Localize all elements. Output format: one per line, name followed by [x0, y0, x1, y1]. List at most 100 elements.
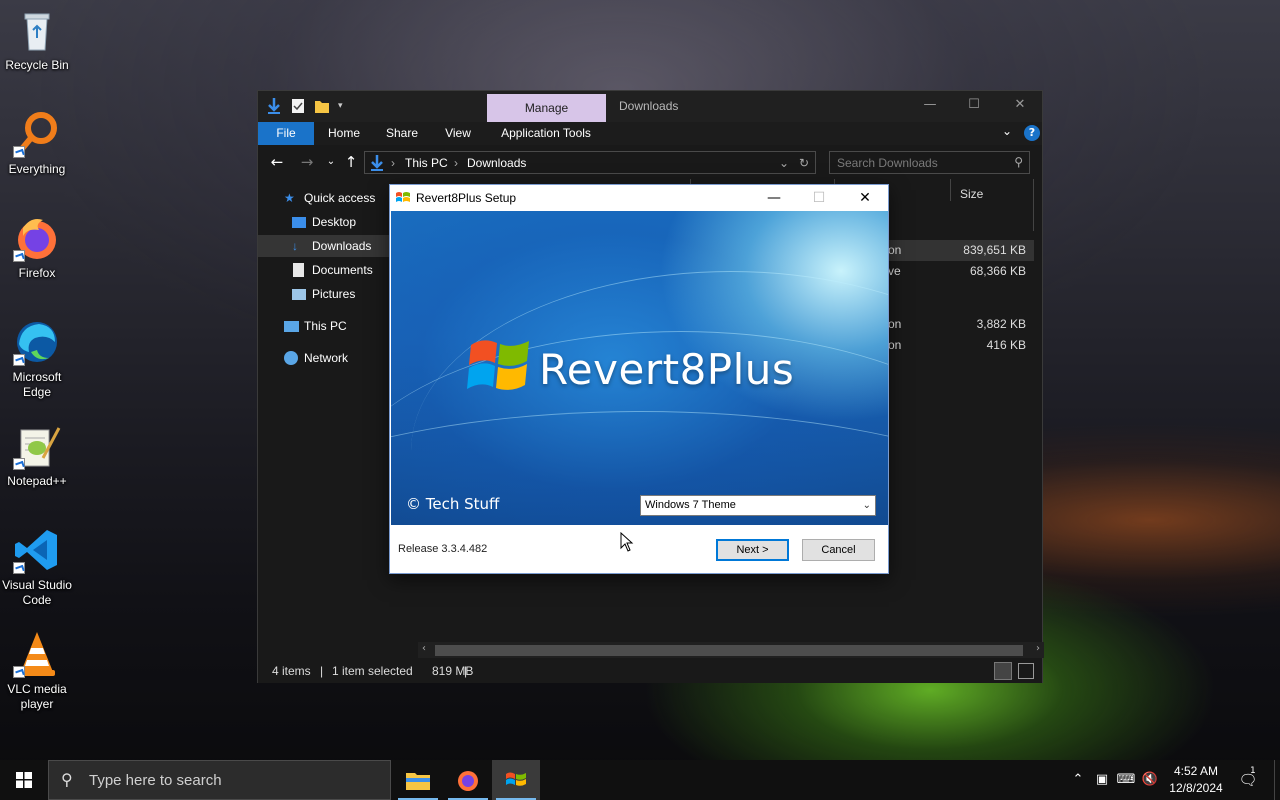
- desktop-icon-label: Everything: [8, 162, 66, 176]
- expand-ribbon-icon[interactable]: ⌄: [1002, 124, 1012, 138]
- download-arrow-icon: ↓: [292, 239, 298, 253]
- column-separator: [950, 179, 951, 201]
- status-separator: |: [320, 664, 324, 678]
- label-line: VLC media: [7, 682, 67, 696]
- nav-label: This PC: [304, 319, 347, 333]
- selection-size: 819 MB: [432, 664, 474, 678]
- desktop-icon-notepadpp[interactable]: Notepad++: [2, 422, 72, 489]
- properties-icon[interactable]: [290, 97, 306, 115]
- system-clock[interactable]: 4:52 AM 12/8/2024: [1160, 763, 1232, 797]
- taskbar-firefox[interactable]: [444, 760, 492, 800]
- desktop-icon-vscode[interactable]: Visual Studio Code: [2, 526, 72, 608]
- volume-muted-icon[interactable]: 🔇: [1140, 760, 1160, 800]
- taskbar-search-placeholder: Type here to search: [89, 772, 222, 789]
- theme-dropdown[interactable]: Windows 7 Theme ⌄: [640, 495, 876, 516]
- help-icon[interactable]: ?: [1024, 125, 1040, 141]
- show-hidden-icons-chevron-icon[interactable]: ⌃: [1068, 760, 1088, 800]
- star-icon: ★: [284, 191, 295, 205]
- notification-count-badge: 1: [1250, 766, 1256, 776]
- taskbar-file-explorer[interactable]: [394, 760, 442, 800]
- setup-titlebar[interactable]: Revert8Plus Setup — ☐ ✕: [390, 185, 888, 211]
- file-explorer-icon: [406, 773, 430, 790]
- desktop-icon-edge[interactable]: Microsoft Edge: [2, 318, 72, 400]
- network-icon: [284, 351, 298, 365]
- start-button[interactable]: [0, 760, 48, 800]
- breadcrumb-downloads[interactable]: Downloads: [467, 156, 526, 170]
- up-arrow-icon[interactable]: ↑: [342, 153, 360, 171]
- tab-home[interactable]: Home: [318, 122, 370, 145]
- nav-label: Network: [304, 351, 349, 365]
- desktop-icon-vlc[interactable]: VLC media player: [2, 630, 72, 712]
- windows-logo-icon: [506, 772, 526, 786]
- quick-access-toolbar: ▾: [266, 97, 343, 115]
- recent-locations-icon[interactable]: ⌄: [322, 153, 340, 171]
- banner-swoosh: [411, 271, 888, 525]
- maximize-button[interactable]: ☐: [964, 97, 984, 115]
- documents-icon: [293, 263, 304, 277]
- tab-application-tools[interactable]: Application Tools: [494, 122, 598, 145]
- clock-time: 4:52 AM: [1173, 764, 1219, 778]
- horizontal-scrollbar[interactable]: ‹ ›: [418, 642, 1044, 658]
- desktop-icon-recycle-bin[interactable]: Recycle Bin: [2, 6, 72, 73]
- tab-file[interactable]: File: [258, 122, 314, 145]
- desktop-icon-firefox[interactable]: Firefox: [2, 214, 72, 281]
- shortcut-arrow-icon: [13, 562, 25, 574]
- column-separator: [1033, 179, 1034, 231]
- close-button[interactable]: ✕: [1010, 97, 1030, 115]
- explorer-titlebar[interactable]: ▾ Manage Downloads — ☐ ✕: [258, 91, 1042, 122]
- desktop-icon-label: Microsoft Edge: [2, 370, 72, 400]
- download-arrow-icon[interactable]: [266, 97, 282, 115]
- desktop-icon-label: Recycle Bin: [5, 58, 69, 72]
- notepadpp-icon: [13, 422, 61, 470]
- refresh-icon[interactable]: ↻: [799, 156, 809, 170]
- forward-arrow-icon[interactable]: →: [298, 153, 316, 171]
- close-button[interactable]: ✕: [853, 188, 877, 208]
- search-input[interactable]: [830, 152, 1000, 173]
- minimize-button[interactable]: —: [920, 97, 940, 115]
- label-line: Microsoft: [12, 370, 62, 384]
- status-bar: 4 items | 1 item selected 819 MB |: [258, 659, 1042, 683]
- scrollbar-thumb[interactable]: [435, 645, 1023, 656]
- scroll-right-icon[interactable]: ›: [1036, 643, 1040, 654]
- tray-app-icon[interactable]: ▣: [1092, 760, 1112, 800]
- cancel-button[interactable]: Cancel: [802, 539, 875, 561]
- windows-logo-icon: [396, 192, 410, 202]
- notification-center-icon[interactable]: 🗨 1: [1236, 760, 1260, 800]
- maximize-button: ☐: [812, 190, 826, 206]
- minimize-button[interactable]: —: [762, 188, 786, 208]
- file-type: on: [888, 338, 902, 352]
- search-box[interactable]: ⚲: [829, 151, 1030, 174]
- search-icon: ⚲: [61, 770, 73, 789]
- back-arrow-icon[interactable]: ←: [268, 153, 286, 171]
- breadcrumb-this-pc[interactable]: This PC: [405, 156, 448, 170]
- show-desktop-button[interactable]: [1274, 760, 1280, 800]
- qat-dropdown-icon[interactable]: ▾: [338, 101, 343, 111]
- column-header-size[interactable]: Size: [960, 187, 983, 201]
- next-button[interactable]: Next >: [716, 539, 789, 561]
- desktop-icon-everything[interactable]: Everything: [2, 110, 72, 177]
- desktop-icon-label: Visual Studio Code: [2, 578, 72, 608]
- file-type: on: [888, 317, 902, 331]
- network-icon[interactable]: ⌨: [1116, 760, 1136, 800]
- tab-view[interactable]: View: [434, 122, 482, 145]
- tab-share[interactable]: Share: [376, 122, 428, 145]
- file-type: on: [888, 243, 902, 257]
- pictures-icon: [292, 289, 306, 300]
- scroll-left-icon[interactable]: ‹: [422, 643, 426, 654]
- taskbar-revert8plus-setup[interactable]: [492, 760, 540, 800]
- product-name: Revert8Plus: [539, 345, 795, 394]
- new-folder-icon[interactable]: [314, 97, 330, 115]
- taskbar-search-box[interactable]: ⚲ Type here to search: [48, 760, 391, 800]
- file-type: ve: [888, 264, 901, 278]
- details-view-icon[interactable]: [994, 662, 1012, 680]
- windows-start-icon: [16, 772, 32, 788]
- large-icons-view-icon[interactable]: [1018, 663, 1034, 679]
- shortcut-arrow-icon: [13, 666, 25, 678]
- shortcut-arrow-icon: [13, 146, 25, 158]
- tab-manage[interactable]: Manage: [487, 94, 606, 122]
- shortcut-arrow-icon: [13, 250, 25, 262]
- address-dropdown-icon[interactable]: ⌄: [779, 156, 789, 170]
- label-line: player: [20, 697, 54, 711]
- desktop-icon-label: Firefox: [18, 266, 56, 280]
- address-bar[interactable]: › This PC › Downloads ⌄ ↻: [364, 151, 816, 174]
